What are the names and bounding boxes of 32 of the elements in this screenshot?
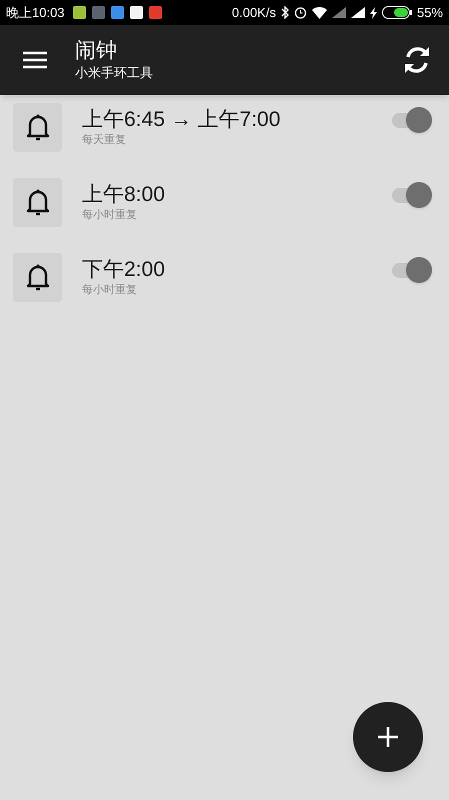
app-icon bbox=[110, 6, 124, 19]
bell-icon bbox=[26, 189, 50, 216]
charging-icon bbox=[370, 6, 377, 18]
bluetooth-icon bbox=[280, 6, 289, 19]
wifi-icon bbox=[312, 6, 327, 18]
alarm-clock-icon bbox=[294, 6, 307, 19]
battery-icon bbox=[382, 6, 412, 19]
app-icon bbox=[148, 6, 162, 19]
plus-icon bbox=[378, 727, 398, 747]
status-time: 晚上10:03 bbox=[6, 4, 65, 22]
app-title: 闹钟 bbox=[75, 38, 118, 64]
alarm-time: 下午2:00 bbox=[82, 257, 165, 283]
app-icon bbox=[92, 6, 105, 19]
battery-percent: 55% bbox=[416, 4, 443, 22]
network-speed: 0.00K/s bbox=[232, 4, 276, 22]
toggle-switch[interactable] bbox=[392, 257, 432, 283]
toggle-switch[interactable] bbox=[392, 182, 432, 208]
repeat-label: 每小时重复 bbox=[82, 209, 138, 222]
app-icon bbox=[72, 6, 86, 19]
bell-icon bbox=[26, 264, 50, 291]
alarm-time: 上午6:45 → 上午7:00 bbox=[82, 107, 280, 133]
repeat-label: 每天重复 bbox=[82, 134, 127, 147]
alarm-time: 上午8:00 bbox=[82, 182, 165, 208]
repeat-label: 每小时重复 bbox=[82, 284, 138, 297]
toggle-switch[interactable] bbox=[392, 107, 432, 133]
bell-icon bbox=[26, 114, 50, 141]
app-subtitle: 小米手环工具 bbox=[75, 64, 153, 82]
app-icon bbox=[130, 6, 143, 19]
signal-icon bbox=[332, 7, 346, 18]
sync-icon bbox=[402, 45, 432, 75]
menu-icon bbox=[23, 51, 47, 69]
signal-icon bbox=[350, 7, 365, 18]
